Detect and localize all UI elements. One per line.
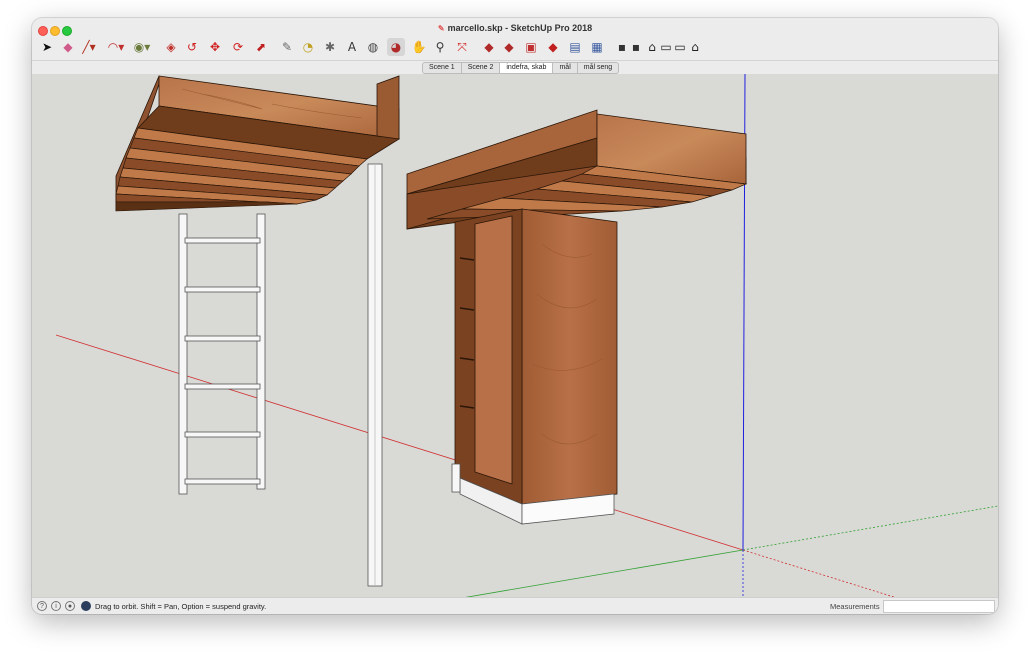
axes-tool-icon[interactable]: ✱ — [321, 38, 339, 56]
green-axis-hidden — [742, 505, 998, 551]
select-tool-icon[interactable]: ➤ — [38, 38, 56, 56]
line-tool-icon[interactable]: ╱▾ — [80, 38, 98, 56]
support-post — [367, 163, 383, 587]
model-drawing — [55, 74, 998, 597]
text-tool-icon[interactable]: A — [343, 38, 361, 56]
warehouse-tool-icon[interactable]: ◆ — [480, 38, 498, 56]
layout-tool-icon[interactable]: ▣ — [522, 38, 540, 56]
left-view-icon[interactable]: ⌂ — [686, 38, 704, 56]
sketchup-window: ✎ marcello.skp - SketchUp Pro 2018 ➤ ◆ ╱▾ ◠▾… — [32, 18, 998, 614]
extension-warehouse-tool-icon[interactable]: ◆ — [500, 38, 518, 56]
orbit-tool-icon[interactable]: ◕ — [387, 38, 405, 56]
status-bar: ? i ● Drag to orbit. Shift = Pan, Option… — [32, 597, 998, 614]
zoom-extents-tool-icon[interactable]: ⤧ — [453, 38, 471, 56]
style-builder-tool-icon[interactable]: ▤ — [566, 38, 584, 56]
push-pull-tool-icon[interactable]: ◈ — [162, 38, 180, 56]
scene-tab[interactable]: indefra, skab — [500, 62, 554, 74]
tape-measure-tool-icon[interactable]: ✎ — [278, 38, 296, 56]
red-axis-hidden — [742, 549, 896, 597]
wardrobe-loft — [406, 109, 748, 525]
pan-tool-icon[interactable]: ✋ — [410, 38, 428, 56]
loft-bed — [115, 75, 401, 212]
model-info-tool-icon[interactable]: ▦ — [588, 38, 606, 56]
instructor-icon[interactable] — [81, 601, 91, 611]
scene-tab[interactable]: mål seng — [577, 62, 620, 74]
scene-tab[interactable]: mål — [553, 62, 578, 74]
user-account-icon[interactable]: ● — [65, 601, 75, 611]
measurements-input[interactable] — [883, 600, 995, 613]
scene-tab[interactable]: Scene 2 — [461, 62, 501, 74]
window-title: ✎ marcello.skp - SketchUp Pro 2018 — [32, 23, 998, 33]
green-axis — [465, 549, 744, 597]
geo-location-icon[interactable]: ? — [37, 601, 47, 611]
red-axis — [55, 334, 744, 551]
window-title-text: marcello.skp - SketchUp Pro 2018 — [447, 23, 593, 33]
main-toolbar: ➤ ◆ ╱▾ ◠▾ ◉▾ ◈ ↺ ✥ ⟳ ⬈ ✎ ◔ ✱ A ◍ ◕ ✋ ⚲ ⤧ ◆ ◆ ▣ ◆ ▤ ▦ ▪ ▪ ⌂ ▭ ▭ ⌂ — [32, 36, 998, 60]
shape-tool-icon[interactable]: ◉▾ — [133, 38, 151, 56]
scale-tool-icon[interactable]: ⬈ — [252, 38, 270, 56]
scene-tabs-bar: Scene 1 Scene 2 indefra, skab mål mål seng — [32, 60, 998, 74]
rotate-tool-icon[interactable]: ⟳ — [229, 38, 247, 56]
arc-tool-icon[interactable]: ◠▾ — [107, 38, 125, 56]
protractor-tool-icon[interactable]: ◔ — [299, 38, 317, 56]
eraser-tool-icon[interactable]: ◆ — [59, 38, 77, 56]
status-message: Drag to orbit. Shift = Pan, Option = sus… — [95, 602, 267, 611]
offset-tool-icon[interactable]: ↺ — [183, 38, 201, 56]
credits-icon[interactable]: i — [51, 601, 61, 611]
paint-bucket-tool-icon[interactable]: ◍ — [364, 38, 382, 56]
move-tool-icon[interactable]: ✥ — [206, 38, 224, 56]
extension-manager-tool-icon[interactable]: ◆ — [544, 38, 562, 56]
scene-tab[interactable]: Scene 1 — [422, 62, 462, 74]
ladder — [178, 213, 266, 495]
document-icon: ✎ — [437, 24, 445, 33]
model-viewport[interactable] — [32, 74, 998, 597]
measurements-label: Measurements — [830, 602, 880, 611]
zoom-tool-icon[interactable]: ⚲ — [431, 38, 449, 56]
